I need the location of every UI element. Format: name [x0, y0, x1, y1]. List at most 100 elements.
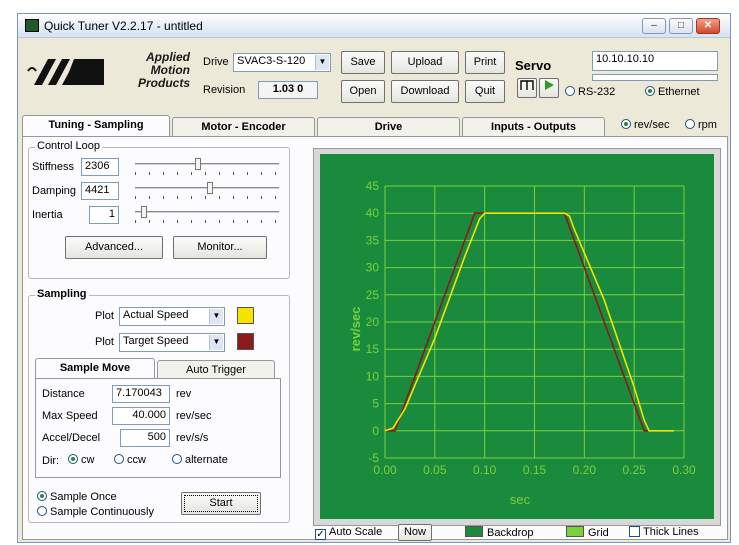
auto-scale-checkbox[interactable]: ✓ Auto Scale: [315, 526, 382, 540]
x-tick-label: 0.05: [423, 463, 447, 477]
now-button[interactable]: Now: [398, 524, 432, 541]
backdrop-color-button[interactable]: Backdrop: [465, 526, 533, 539]
radio-icon: [114, 454, 124, 464]
radio-icon: [685, 119, 695, 129]
sample-once-radio[interactable]: Sample Once: [37, 491, 117, 503]
x-tick-label: 0.15: [523, 463, 547, 477]
distance-label: Distance: [42, 388, 85, 400]
radio-icon: [172, 454, 182, 464]
dir-alternate-radio[interactable]: alternate: [172, 454, 228, 466]
advanced-button[interactable]: Advanced...: [65, 236, 163, 259]
radio-selected-icon: [645, 86, 655, 96]
close-button[interactable]: ✕: [696, 18, 720, 34]
plot2-select[interactable]: Target Speed ▼: [119, 333, 225, 352]
plot1-color-swatch[interactable]: [237, 307, 254, 324]
stiffness-slider[interactable]: [135, 158, 279, 178]
damping-slider[interactable]: [135, 182, 279, 202]
sample-once-label: Sample Once: [50, 491, 117, 503]
chart-plot[interactable]: 0.00 0.05 0.10 0.15 0.20 0.25 0.30 -5 0 5 10 15 20 25…: [320, 154, 714, 519]
thick-lines-checkbox[interactable]: Thick Lines: [629, 526, 699, 538]
save-button[interactable]: Save: [341, 51, 385, 74]
rpm-radio[interactable]: rpm: [685, 119, 717, 131]
drive-select[interactable]: SVAC3-S-120 ▼: [233, 53, 331, 72]
app-icon: [25, 19, 39, 32]
ip-address-field[interactable]: 10.10.10.10: [592, 51, 718, 71]
slider-thumb[interactable]: [207, 182, 213, 194]
chevron-down-icon: ▼: [209, 309, 223, 324]
app-window: Quick Tuner V2.2.17 - untitled – □ ✕ App…: [17, 13, 731, 543]
ethernet-label: Ethernet: [658, 86, 700, 98]
tab-sample-move[interactable]: Sample Move: [35, 358, 155, 379]
plot1-select[interactable]: Actual Speed ▼: [119, 307, 225, 326]
quit-button[interactable]: Quit: [465, 80, 505, 103]
start-button[interactable]: Start: [181, 492, 261, 515]
control-loop-group: Control Loop Stiffness 2306 Damping 4421…: [28, 140, 290, 279]
thick-lines-label: Thick Lines: [643, 526, 699, 538]
maximize-button[interactable]: □: [669, 18, 693, 34]
slider-ticks: [135, 172, 279, 175]
servo-step-button[interactable]: [517, 78, 537, 98]
rs232-label: RS-232: [578, 86, 616, 98]
damping-label: Damping: [32, 185, 77, 197]
ethernet-radio[interactable]: Ethernet: [645, 86, 700, 98]
y-tick-label: 15: [366, 342, 380, 356]
upload-button[interactable]: Upload: [391, 51, 459, 74]
radio-icon: [37, 506, 47, 516]
download-button[interactable]: Download: [391, 80, 459, 103]
plot2-label: Plot: [95, 336, 114, 348]
stiffness-field[interactable]: 2306: [81, 158, 119, 176]
inertia-label: Inertia: [32, 209, 63, 221]
accel-decel-label: Accel/Decel: [42, 432, 101, 444]
checkbox-checked-icon: ✓: [315, 529, 326, 540]
y-tick-label: 20: [366, 315, 380, 329]
stiffness-label: Stiffness: [32, 161, 74, 173]
grid-label: Grid: [588, 527, 609, 539]
dir-cw-radio[interactable]: cw: [68, 454, 94, 466]
step-icon: [520, 80, 534, 90]
tab-drive[interactable]: Drive: [317, 117, 460, 137]
plot2-value: Target Speed: [123, 335, 189, 347]
slider-thumb[interactable]: [141, 206, 147, 218]
max-speed-field[interactable]: 40.000: [112, 407, 170, 425]
servo-label: Servo: [515, 58, 552, 73]
sample-continuous-radio[interactable]: Sample Continuously: [37, 506, 154, 518]
servo-play-button[interactable]: [539, 78, 559, 98]
accel-decel-field[interactable]: 500: [120, 429, 170, 447]
inertia-slider[interactable]: [135, 206, 279, 226]
x-tick-label: 0.30: [672, 463, 696, 477]
dir-ccw-label: ccw: [127, 454, 146, 466]
title-bar: Quick Tuner V2.2.17 - untitled – □ ✕: [18, 14, 730, 38]
damping-field[interactable]: 4421: [81, 182, 119, 200]
chevron-down-icon: ▼: [209, 335, 223, 350]
print-button[interactable]: Print: [465, 51, 505, 74]
sample-move-panel: Distance 7.170043 rev Max Speed 40.000 r…: [35, 378, 281, 478]
grid-color-button[interactable]: Grid: [566, 526, 609, 539]
open-button[interactable]: Open: [341, 80, 385, 103]
tab-tuning-sampling[interactable]: Tuning - Sampling: [22, 115, 170, 138]
dir-ccw-radio[interactable]: ccw: [114, 454, 146, 466]
play-icon: [545, 80, 554, 90]
revision-field: 1.03 0: [258, 81, 318, 99]
checkbox-icon: [629, 526, 640, 537]
y-tick-label: 10: [366, 369, 380, 383]
plot1-label: Plot: [95, 310, 114, 322]
dir-cw-label: cw: [81, 454, 95, 466]
rev-sec-radio[interactable]: rev/sec: [621, 119, 669, 131]
rs232-radio[interactable]: RS-232: [565, 86, 615, 98]
y-tick-label: 0: [372, 424, 379, 438]
plot2-color-swatch[interactable]: [237, 333, 254, 350]
distance-field[interactable]: 7.170043: [112, 385, 170, 403]
x-tick-label: 0.10: [473, 463, 497, 477]
minimize-button[interactable]: –: [642, 18, 666, 34]
slider-ticks: [135, 196, 279, 199]
distance-unit: rev: [176, 388, 192, 400]
monitor-button[interactable]: Monitor...: [173, 236, 267, 259]
speed-chart: 0.00 0.05 0.10 0.15 0.20 0.25 0.30 -5 0 5 10 15 20 25…: [313, 148, 721, 526]
slider-thumb[interactable]: [195, 158, 201, 170]
tab-auto-trigger[interactable]: Auto Trigger: [157, 360, 275, 379]
inertia-field[interactable]: 1: [89, 206, 119, 224]
grid-color-swatch: [566, 526, 584, 537]
tab-motor-encoder[interactable]: Motor - Encoder: [172, 117, 315, 137]
tab-inputs-outputs[interactable]: Inputs - Outputs: [462, 117, 605, 137]
drive-select-value: SVAC3-S-120: [237, 55, 306, 67]
